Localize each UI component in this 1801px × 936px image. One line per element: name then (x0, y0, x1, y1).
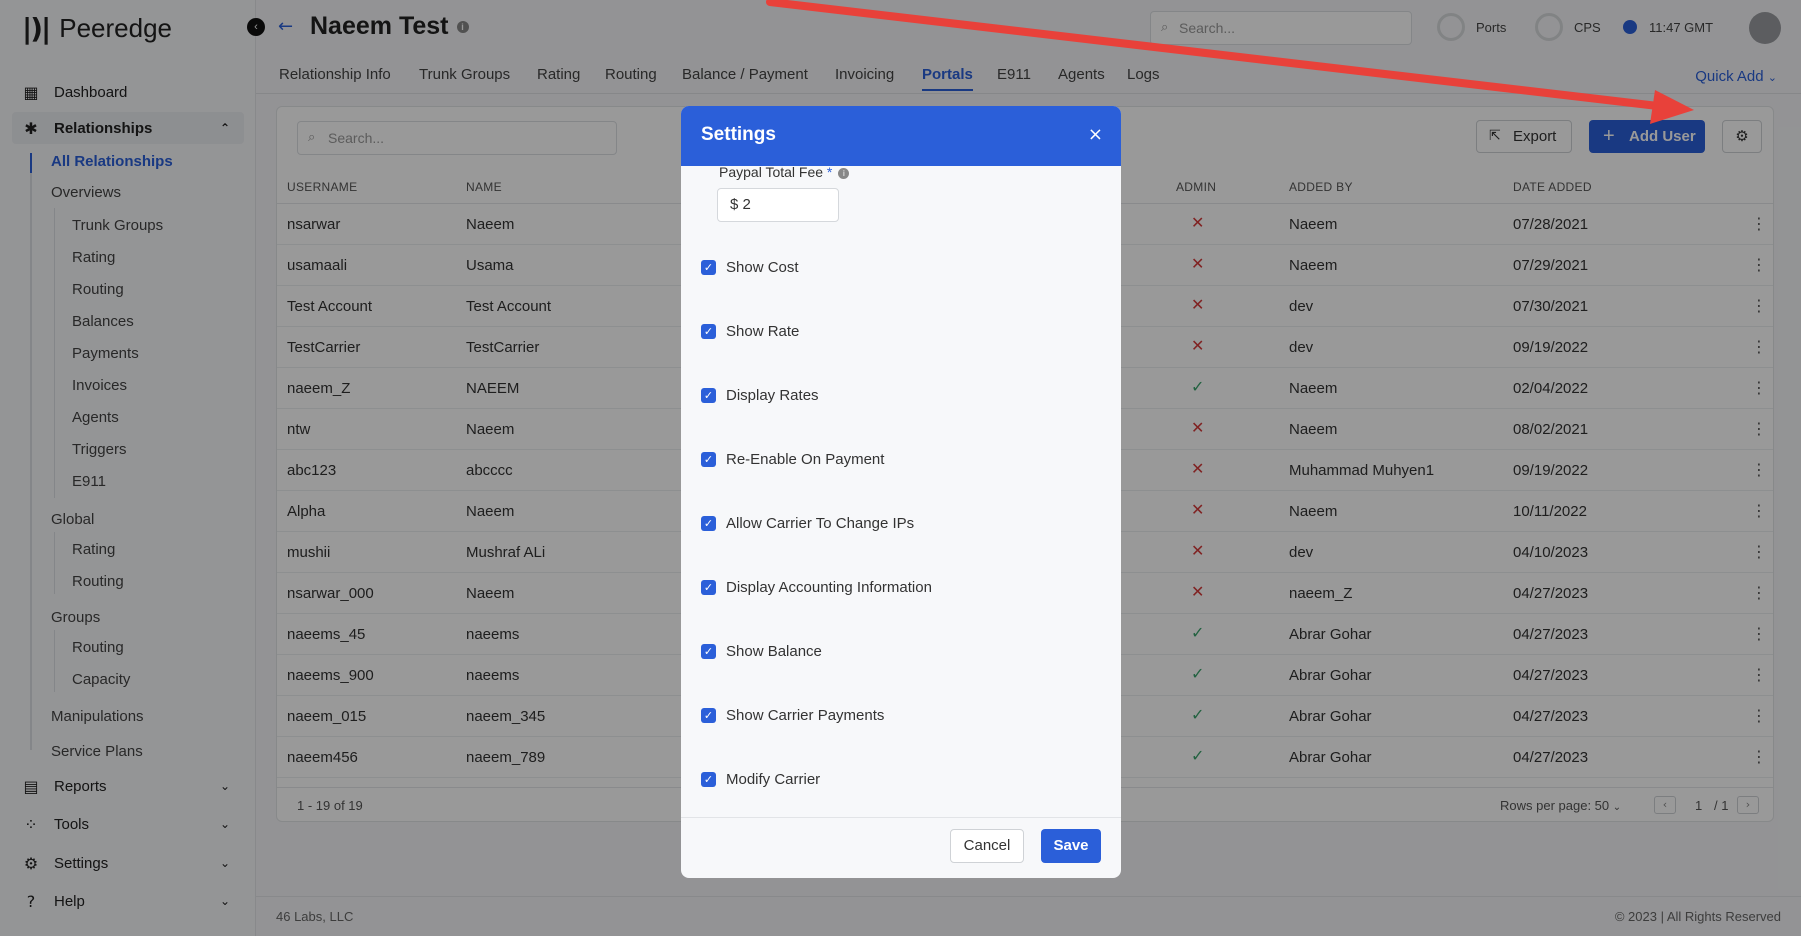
annotation-arrow-head (1650, 90, 1694, 124)
annotation-arrow-shaft (766, 0, 1662, 110)
annotation-arrow (766, 0, 1694, 124)
